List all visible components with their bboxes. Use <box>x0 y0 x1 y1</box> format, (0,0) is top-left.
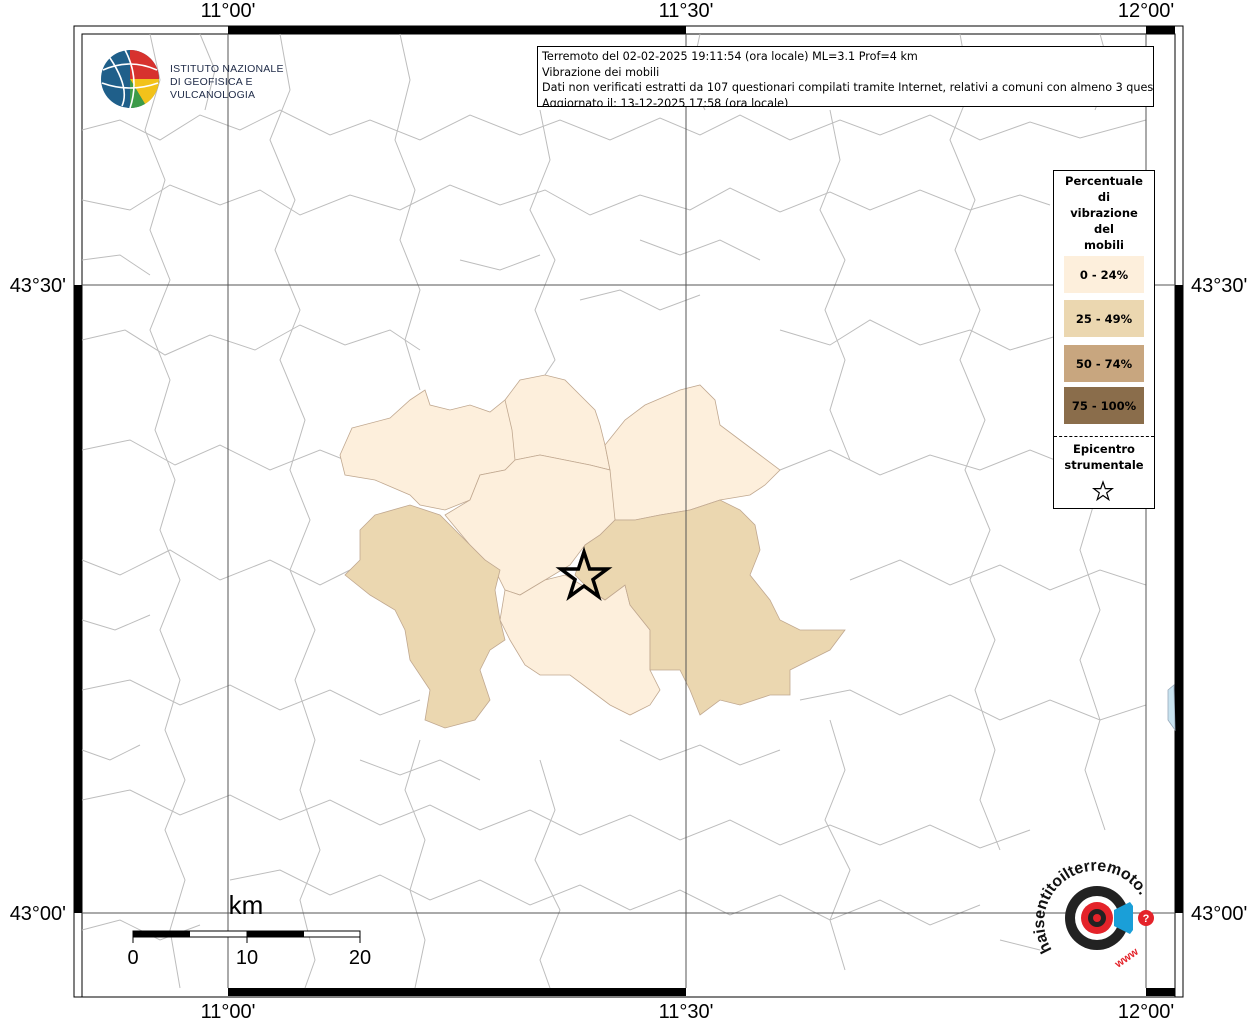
legend-class-4: 75 - 100% <box>1064 387 1144 424</box>
legend-title-line-5: mobili <box>1084 238 1124 252</box>
legend-title-line-1: Percentuale <box>1065 174 1143 188</box>
lat-label-right-2: 43°00' <box>1191 903 1247 925</box>
lon-label-top-2: 11°30' <box>659 0 714 22</box>
legend-epicenter-label: Epicentro strumentale <box>1054 441 1154 473</box>
legend-class-3: 50 - 74% <box>1064 345 1144 382</box>
legend-class-1: 0 - 24% <box>1064 256 1144 293</box>
ingv-line2: DI GEOFISICA E VULCANOLOGIA <box>170 76 256 101</box>
legend-title-line-3: vibrazione <box>1070 206 1138 220</box>
globe-icon <box>101 49 160 109</box>
lat-label-right-1: 43°30' <box>1191 275 1247 297</box>
ingv-line1: ISTITUTO NAZIONALE <box>170 63 284 75</box>
legend-class-2-label: 25 - 49% <box>1075 311 1133 326</box>
lon-label-top-1: 11°00' <box>201 0 256 22</box>
municipality-northeast <box>604 384 781 521</box>
lon-label-bottom-2: 11°30' <box>659 1001 714 1023</box>
lon-label-top-3: 12°00' <box>1118 0 1174 22</box>
legend-epicenter-line-1: Epicentro <box>1073 442 1135 456</box>
lon-label-bottom-3: 12°00' <box>1118 1001 1174 1023</box>
legend-separator <box>1054 436 1154 437</box>
scale-bar: km 0 10 20 <box>127 890 371 969</box>
lon-label-bottom-1: 11°00' <box>201 1001 256 1023</box>
updated-time: Aggiornato il: 13-12-2025 17:58 (ora loc… <box>542 96 789 107</box>
ingv-logo: ISTITUTO NAZIONALE DI GEOFISICA E VULCAN… <box>100 48 330 110</box>
scale-label-0: 0 <box>127 947 138 969</box>
map-type: Vibrazione dei mobili <box>542 65 660 79</box>
legend-title-line-4: del <box>1094 222 1114 236</box>
scale-label-20: 20 <box>349 947 371 969</box>
haisentito-www: www <box>1112 946 1141 971</box>
lake <box>1167 684 1176 732</box>
svg-text:?: ? <box>1143 913 1150 925</box>
affected-municipalities <box>339 374 846 729</box>
legend-class-2: 25 - 49% <box>1064 300 1144 337</box>
haisentito-icon: ? haisentitoilterremoto.it www <box>1027 847 1154 971</box>
legend-star-icon <box>1092 480 1114 502</box>
scale-label-10: 10 <box>236 947 258 969</box>
legend-title: Percentuale di vibrazione del mobili <box>1054 173 1154 253</box>
legend-title-line-2: di <box>1097 190 1111 204</box>
ingv-name: ISTITUTO NAZIONALE DI GEOFISICA E VULCAN… <box>170 63 330 102</box>
lat-label-left-1: 43°30' <box>10 275 66 297</box>
event-info-box: Terremoto del 02-02-2025 19:11:54 (ora l… <box>537 46 1154 107</box>
event-line: Terremoto del 02-02-2025 19:11:54 (ora l… <box>542 50 918 63</box>
municipality-north <box>504 374 611 471</box>
legend: Percentuale di vibrazione del mobili 0 -… <box>1053 170 1155 509</box>
legend-class-1-label: 0 - 24% <box>1079 267 1129 282</box>
data-note: Dati non verificati estratti da 107 ques… <box>542 81 1154 94</box>
lat-label-left-2: 43°00' <box>10 903 66 925</box>
scale-unit: km <box>229 890 264 920</box>
haisentito-logo: ? haisentitoilterremoto.it www <box>1027 847 1160 980</box>
legend-class-4-label: 75 - 100% <box>1071 398 1137 413</box>
legend-epicenter-line-2: strumentale <box>1064 458 1144 472</box>
legend-class-3-label: 50 - 74% <box>1075 356 1133 371</box>
